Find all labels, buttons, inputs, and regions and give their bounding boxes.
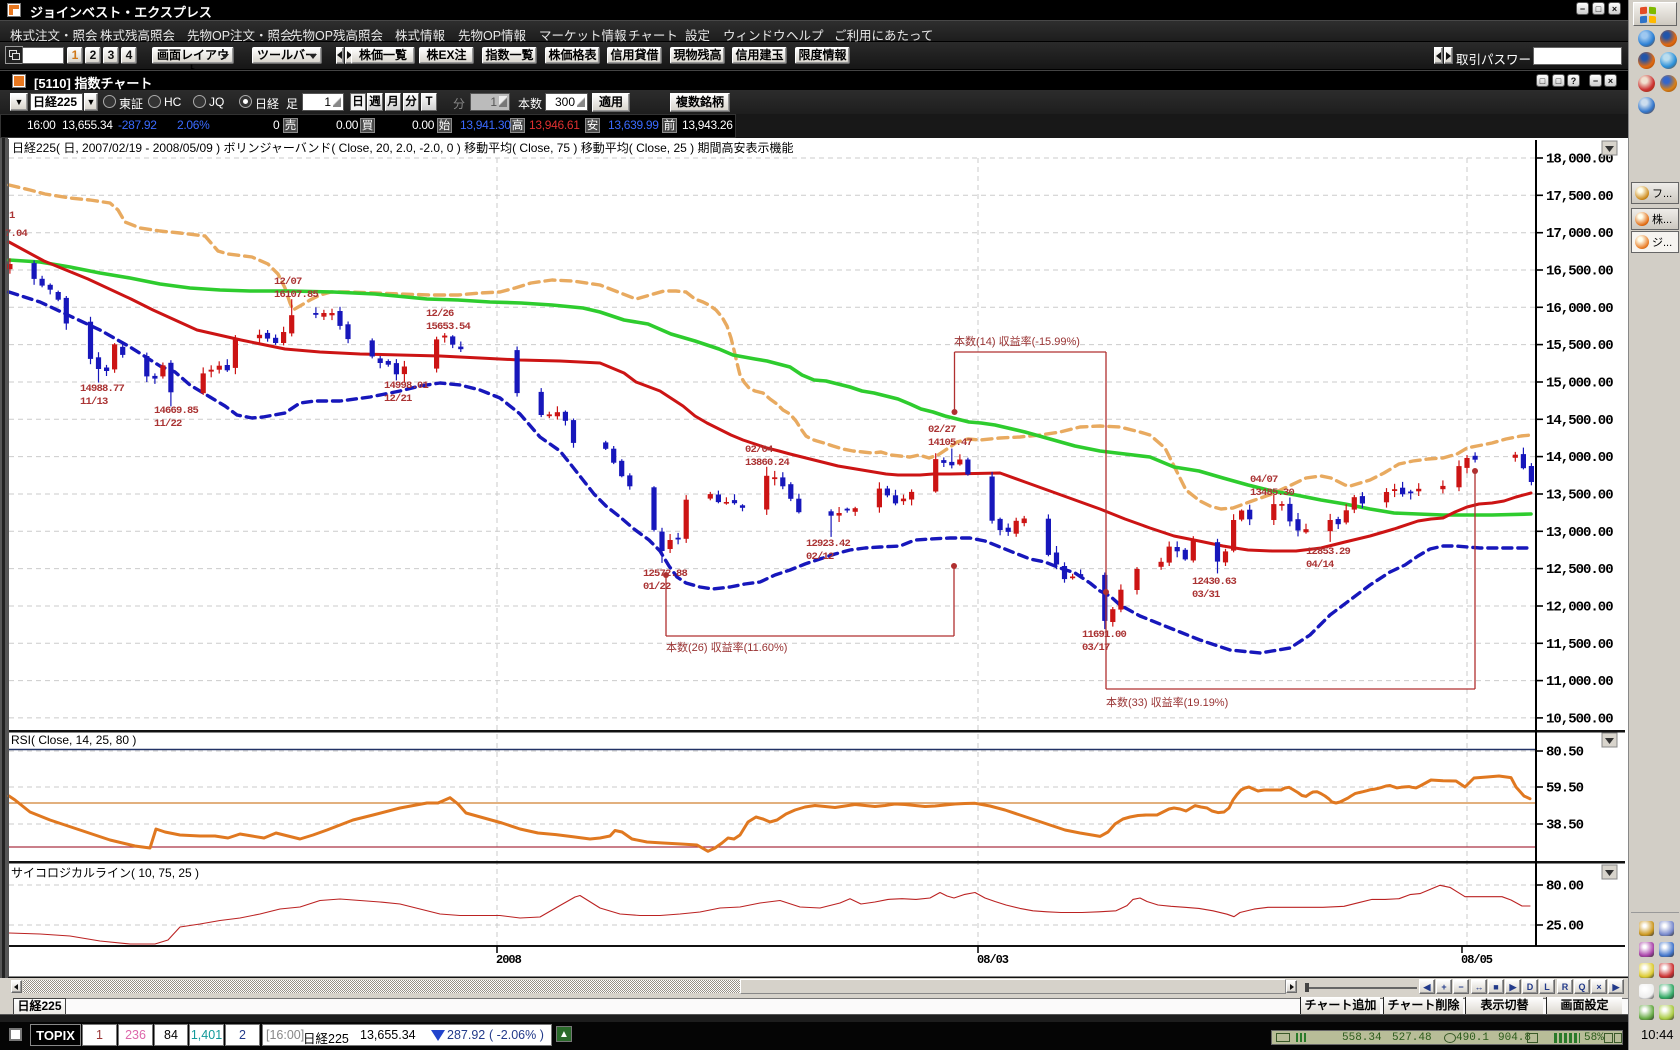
svg-text:サイコロジカルライン( 10, 75, 25 ): サイコロジカルライン( 10, 75, 25 ) <box>11 866 199 880</box>
svg-text:13,500.00: 13,500.00 <box>1546 488 1613 504</box>
svg-text:12/26: 12/26 <box>426 308 454 320</box>
svg-text:04/07: 04/07 <box>1250 474 1278 486</box>
svg-text:59.50: 59.50 <box>1546 781 1584 797</box>
svg-text:15,000.00: 15,000.00 <box>1546 376 1613 392</box>
svg-text:01/22: 01/22 <box>643 581 671 593</box>
svg-text:38.50: 38.50 <box>1546 818 1584 834</box>
svg-text:80.50: 80.50 <box>1546 745 1584 761</box>
svg-text:16,500.00: 16,500.00 <box>1546 264 1613 280</box>
svg-text:03/17: 03/17 <box>1082 642 1110 654</box>
svg-text:13485.30: 13485.30 <box>1250 487 1295 499</box>
svg-text:02/04: 02/04 <box>745 444 773 456</box>
svg-text:12572.88: 12572.88 <box>643 568 688 580</box>
svg-text:15,500.00: 15,500.00 <box>1546 338 1613 354</box>
svg-text:02/12: 02/12 <box>806 551 834 563</box>
svg-text:RSI( Close, 14, 25, 80 ): RSI( Close, 14, 25, 80 ) <box>11 733 136 747</box>
svg-text:12/21: 12/21 <box>384 393 412 405</box>
svg-text:14669.85: 14669.85 <box>154 405 199 417</box>
svg-text:08/03: 08/03 <box>977 953 1009 967</box>
svg-text:25.00: 25.00 <box>1546 919 1584 935</box>
svg-text:08/05: 08/05 <box>1461 953 1493 967</box>
svg-text:03/31: 03/31 <box>1192 589 1220 601</box>
svg-text:11691.00: 11691.00 <box>1082 629 1127 641</box>
svg-text:11,500.00: 11,500.00 <box>1546 637 1613 653</box>
svg-text:14105.47: 14105.47 <box>928 437 973 449</box>
svg-text:本数(14) 収益率(-15.99%): 本数(14) 収益率(-15.99%) <box>954 334 1080 348</box>
svg-text:11/22: 11/22 <box>154 418 182 430</box>
svg-text:本数(26) 収益率(11.60%): 本数(26) 収益率(11.60%) <box>666 640 787 654</box>
svg-text:11/13: 11/13 <box>80 396 108 408</box>
svg-text:14,000.00: 14,000.00 <box>1546 450 1613 466</box>
svg-text:14998.01: 14998.01 <box>384 380 429 392</box>
svg-text:2008: 2008 <box>496 953 522 967</box>
svg-text:16107.85: 16107.85 <box>274 289 319 301</box>
svg-text:14988.77: 14988.77 <box>80 383 125 395</box>
svg-text:日経225( 日, 2007/02/19 - 2008/05: 日経225( 日, 2007/02/19 - 2008/05/09 ) ボリンジ… <box>12 140 793 155</box>
svg-text:12,500.00: 12,500.00 <box>1546 562 1613 578</box>
svg-text:17,500.00: 17,500.00 <box>1546 189 1613 205</box>
svg-text:04/14: 04/14 <box>1306 559 1334 571</box>
svg-text:10,500.00: 10,500.00 <box>1546 711 1613 727</box>
svg-text:本数(33) 収益率(19.19%): 本数(33) 収益率(19.19%) <box>1106 695 1228 709</box>
svg-text:1: 1 <box>9 210 15 222</box>
svg-text:80.00: 80.00 <box>1546 879 1584 895</box>
svg-text:02/27: 02/27 <box>928 424 956 436</box>
svg-text:14,500.00: 14,500.00 <box>1546 413 1613 429</box>
svg-text:12,000.00: 12,000.00 <box>1546 600 1613 616</box>
svg-text:16,000.00: 16,000.00 <box>1546 301 1613 317</box>
svg-text:12923.42: 12923.42 <box>806 538 851 550</box>
svg-text:12853.29: 12853.29 <box>1306 546 1351 558</box>
svg-text:13,000.00: 13,000.00 <box>1546 525 1613 541</box>
svg-text:12/07: 12/07 <box>274 276 302 288</box>
svg-text:11,000.00: 11,000.00 <box>1546 674 1613 690</box>
svg-text:12430.63: 12430.63 <box>1192 576 1237 588</box>
svg-text:15653.54: 15653.54 <box>426 321 471 333</box>
svg-text:13860.24: 13860.24 <box>745 457 790 469</box>
svg-text:17,000.00: 17,000.00 <box>1546 226 1613 242</box>
